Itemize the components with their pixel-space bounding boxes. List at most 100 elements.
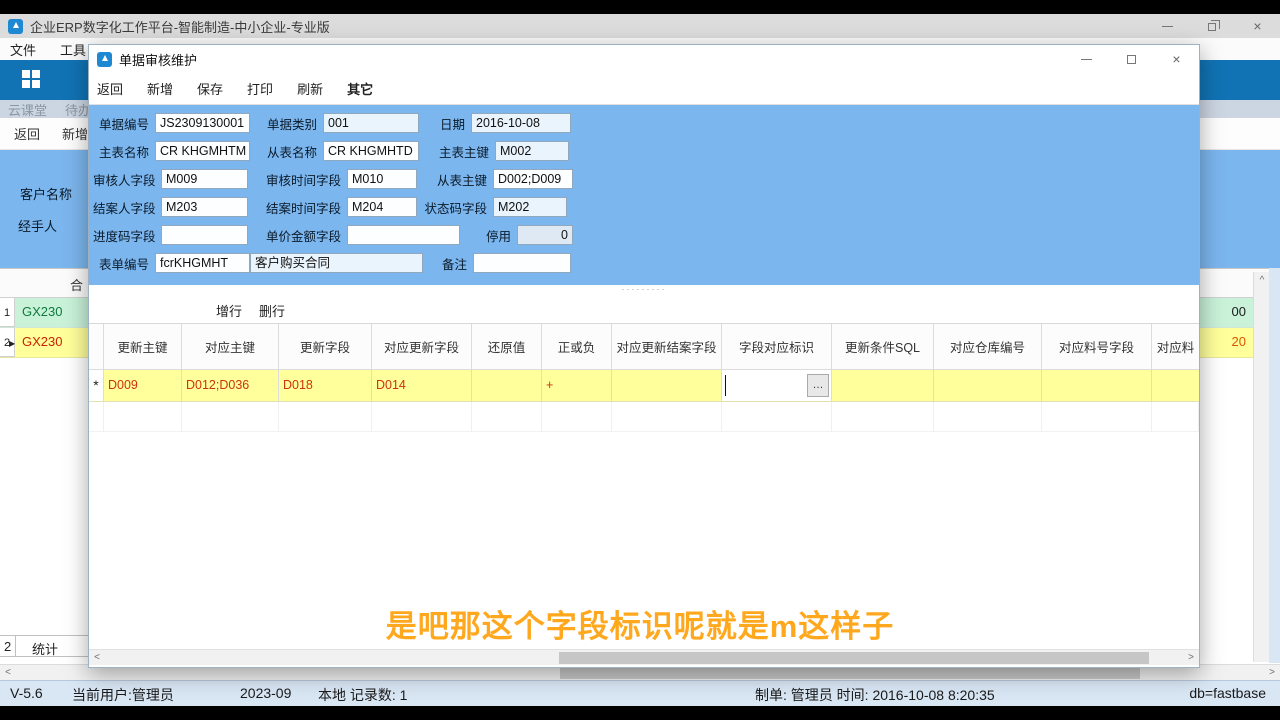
doc-type-field[interactable]: 001 [323, 113, 419, 133]
date-field[interactable]: 2016-10-08 [471, 113, 571, 133]
auditor-field[interactable]: M009 [161, 169, 248, 189]
main-titlebar: 企业ERP数字化工作平台-智能制造-中小企业-专业版 × [0, 14, 1280, 38]
grid-cell-editing[interactable]: … [722, 370, 832, 402]
grid-cell[interactable] [934, 370, 1042, 402]
add-row-button[interactable]: 增行 [216, 301, 242, 320]
grid-col-header[interactable]: 对应更新字段 [372, 324, 472, 370]
save-button[interactable]: 保存 [197, 79, 223, 98]
print-button[interactable]: 打印 [247, 79, 273, 98]
price-amount-field[interactable] [347, 225, 460, 245]
main-window-controls: × [1145, 14, 1280, 38]
grid-cell[interactable] [1042, 370, 1152, 402]
dialog-horizontal-scrollbar[interactable]: < > [89, 649, 1199, 665]
ellipsis-lookup-button[interactable]: … [807, 374, 829, 397]
grid-col-header[interactable]: 对应料 [1152, 324, 1199, 370]
dialog-titlebar: 单据审核维护 × [89, 45, 1199, 73]
grid-col-header[interactable]: 对应主键 [182, 324, 279, 370]
close-button[interactable]: × [1235, 14, 1280, 38]
video-subtitle: 是吧那这个字段标识呢就是m这样子 [0, 601, 1280, 646]
menu-tools[interactable]: 工具 [60, 40, 86, 59]
grid-col-header[interactable]: 更新条件SQL [832, 324, 934, 370]
status-field[interactable]: M202 [493, 197, 567, 217]
handler-label: 经手人 [18, 216, 57, 235]
app-logo-icon [8, 19, 23, 34]
audit-time-field[interactable]: M010 [347, 169, 417, 189]
delete-row-button[interactable]: 删行 [259, 301, 285, 320]
dialog-hscroll-thumb[interactable] [559, 652, 1149, 664]
grid-col-header[interactable]: 更新字段 [279, 324, 372, 370]
period-label: 2023-09 [240, 685, 291, 701]
form-no-label: 表单编号 [93, 254, 149, 273]
doc-type-label: 单据类别 [259, 114, 317, 133]
restore-button[interactable] [1190, 14, 1235, 38]
letterbox-bottom [0, 706, 1280, 720]
dialog-close-button[interactable]: × [1154, 45, 1199, 73]
grid-col-header[interactable]: 还原值 [472, 324, 542, 370]
scroll-right-icon[interactable]: > [1264, 665, 1280, 681]
doc-no-field[interactable]: JS2309130001 [155, 113, 250, 133]
minimize-icon [1162, 26, 1173, 27]
grid-cell[interactable]: D012;D036 [182, 370, 279, 402]
row-amount: 00 [1232, 304, 1246, 319]
bg-hscroll-thumb[interactable] [560, 667, 1140, 679]
auditor-field-label: 审核人字段 [93, 170, 155, 189]
grid-data-row[interactable]: * D009 D012;D036 D018 D014 + … [89, 370, 1199, 402]
other-menu-button[interactable]: 其它 [347, 79, 373, 98]
scroll-left-icon[interactable]: < [89, 650, 105, 666]
refresh-button[interactable]: 刷新 [297, 79, 323, 98]
form-no-field[interactable]: fcrKHGMHT [155, 253, 250, 273]
dialog-maximize-button[interactable] [1109, 45, 1154, 73]
grid-cell[interactable] [612, 370, 722, 402]
close-time-field[interactable]: M204 [347, 197, 417, 217]
grid-cell[interactable] [1152, 370, 1199, 402]
grid-cell[interactable]: D018 [279, 370, 372, 402]
grid-cell[interactable]: D014 [372, 370, 472, 402]
current-user-label: 当前用户:管理员 [72, 685, 174, 705]
grid-cell[interactable]: D009 [104, 370, 182, 402]
letterbox-top [0, 0, 1280, 14]
minimize-button[interactable] [1145, 14, 1190, 38]
detail-key-field[interactable]: D002;D009 [493, 169, 573, 189]
tab-cloud-class[interactable]: 云课堂 [8, 100, 47, 119]
splitter-handle[interactable]: ········· [89, 285, 1199, 295]
grid-cell[interactable] [472, 370, 542, 402]
doc-no-label: 单据编号 [93, 114, 149, 133]
master-key-label: 主表主键 [399, 142, 489, 161]
closer-field[interactable]: M203 [161, 197, 248, 217]
date-label: 日期 [421, 114, 465, 133]
close-time-field-label: 结案时间字段 [259, 198, 341, 217]
maximize-icon [1127, 55, 1136, 64]
grid-cell[interactable] [832, 370, 934, 402]
contract-code: GX230 [22, 304, 62, 319]
grid-cell[interactable]: + [542, 370, 612, 402]
form-desc-field[interactable]: 客户购买合同 [250, 253, 423, 273]
grid-col-header[interactable]: 对应仓库编号 [934, 324, 1042, 370]
text-caret [725, 375, 726, 396]
dialog-form-panel: 单据编号 JS2309130001 单据类别 001 日期 2016-10-08… [89, 105, 1199, 285]
grid-col-header[interactable]: 更新主键 [104, 324, 182, 370]
row-amount: 20 [1232, 334, 1246, 349]
grid-col-header[interactable]: 正或负 [542, 324, 612, 370]
grid-col-header[interactable]: 对应更新结案字段 [612, 324, 722, 370]
progress-field[interactable] [161, 225, 248, 245]
menu-file[interactable]: 文件 [10, 40, 36, 59]
grid-col-header[interactable]: 对应料号字段 [1042, 324, 1152, 370]
bg-grid-header-cell: 合 [70, 275, 83, 294]
dialog-window-controls: × [1064, 45, 1199, 73]
scroll-right-icon[interactable]: > [1183, 650, 1199, 666]
bg-return-button[interactable]: 返回 [14, 124, 40, 143]
master-key-field[interactable]: M002 [495, 141, 569, 161]
scroll-left-icon[interactable]: < [0, 665, 16, 681]
scroll-up-icon[interactable]: ^ [1254, 272, 1270, 290]
grid-header-row: 更新主键 对应主键 更新字段 对应更新字段 还原值 正或负 对应更新结案字段 字… [89, 324, 1199, 370]
windows-grid-icon[interactable] [22, 70, 40, 88]
contract-code: GX230 [22, 334, 62, 349]
dialog-minimize-button[interactable] [1064, 45, 1109, 73]
bg-new-button[interactable]: 新增 [62, 124, 88, 143]
remark-field[interactable] [473, 253, 571, 273]
return-button[interactable]: 返回 [97, 79, 123, 98]
disabled-field[interactable]: 0 [517, 225, 573, 245]
grid-col-header[interactable]: 字段对应标识 [722, 324, 832, 370]
master-table-field[interactable]: CR KHGMHTM [155, 141, 250, 161]
new-button[interactable]: 新增 [147, 79, 173, 98]
